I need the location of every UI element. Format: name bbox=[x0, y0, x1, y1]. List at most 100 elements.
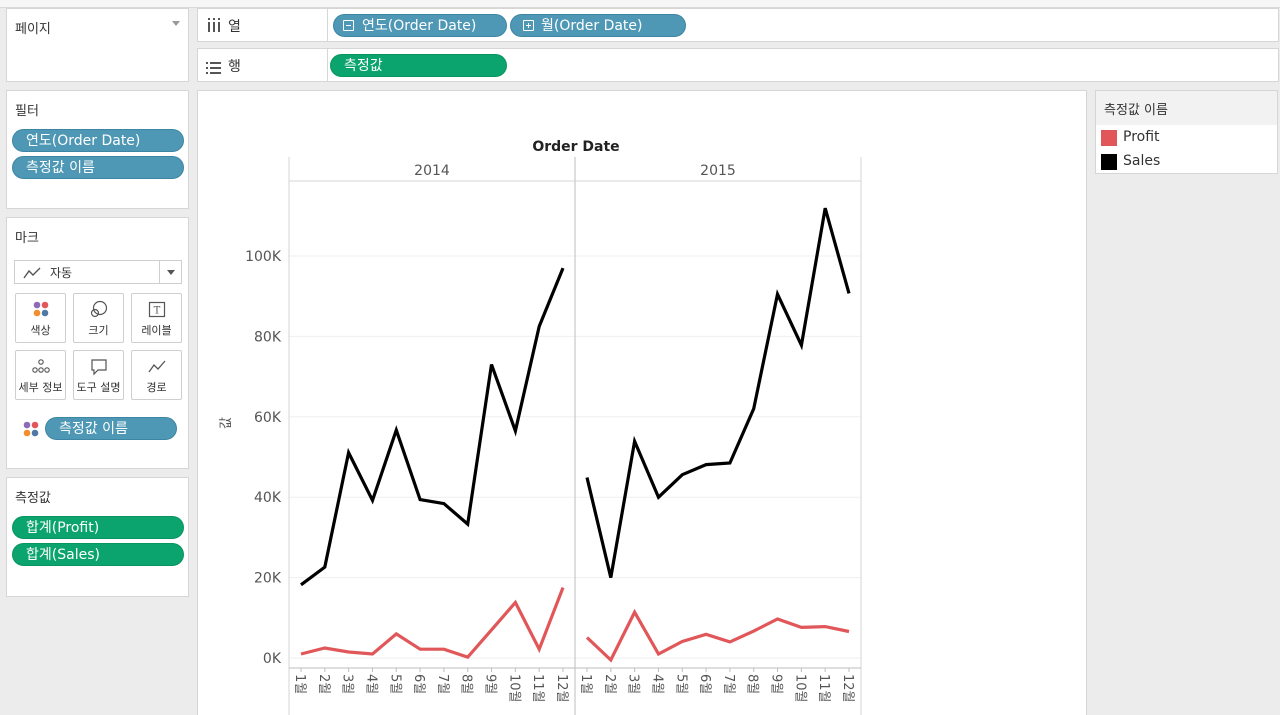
panel-header-year: 2015 bbox=[700, 163, 736, 179]
rows-icon bbox=[206, 59, 221, 74]
filter-pill-year[interactable]: 연도(Order Date) bbox=[12, 129, 184, 152]
pill-label: 측정값 이름 bbox=[59, 421, 128, 437]
x-tick-label: 4월 bbox=[649, 674, 664, 694]
pages-card-title: 페이지 bbox=[15, 22, 51, 37]
legend-swatch-sales bbox=[1101, 154, 1117, 170]
color-encoding-icon bbox=[22, 420, 40, 442]
size-label: 크기 bbox=[88, 324, 109, 337]
pill-label: 합계(Sales) bbox=[26, 547, 100, 563]
shelf-divider bbox=[327, 49, 328, 82]
filter-pill-measure-names[interactable]: 측정값 이름 bbox=[12, 156, 184, 179]
x-tick-label: 3월 bbox=[626, 674, 641, 694]
line-chart[interactable]: Order Date 값 0K 20K 40K 60K 80K 100K 2014 1월 2월 3… bbox=[198, 91, 1086, 715]
y-axis-label: 값 bbox=[219, 417, 234, 429]
marks-card-title: 마크 bbox=[15, 231, 39, 246]
x-tick-label: 2월 bbox=[602, 674, 617, 694]
measure-values-title: 측정값 bbox=[15, 491, 51, 506]
pill-month-order-date[interactable]: 월(Order Date) bbox=[510, 14, 686, 37]
x-tick-label: 10월 bbox=[792, 674, 807, 703]
path-button[interactable]: 경로 bbox=[131, 350, 182, 400]
legend-item-profit[interactable]: Profit bbox=[1100, 129, 1270, 149]
y-tick-label: 60K bbox=[254, 410, 282, 426]
columns-shelf-label: 열 bbox=[228, 19, 241, 35]
detail-icon bbox=[16, 357, 65, 377]
pill-measure-values[interactable]: 측정값 bbox=[330, 54, 507, 77]
legend-label-profit: Profit bbox=[1123, 129, 1160, 145]
pill-year-order-date[interactable]: 연도(Order Date) bbox=[333, 14, 507, 37]
size-icon bbox=[74, 300, 123, 320]
x-tick-label: 9월 bbox=[483, 674, 498, 694]
y-tick-label: 80K bbox=[254, 329, 282, 345]
columns-shelf[interactable]: 열 연도(Order Date) 월(Order Date) bbox=[197, 8, 1279, 42]
y-tick-label: 40K bbox=[254, 490, 282, 506]
x-tick-label: 9월 bbox=[769, 674, 784, 694]
path-icon bbox=[132, 357, 181, 377]
shelf-divider bbox=[327, 9, 328, 42]
chart-title: Order Date bbox=[532, 139, 619, 155]
line-mark-icon bbox=[23, 265, 41, 284]
path-label: 경로 bbox=[146, 381, 167, 394]
color-pill-measure-names[interactable]: 측정값 이름 bbox=[45, 417, 177, 440]
pages-card[interactable]: 페이지 bbox=[6, 8, 189, 82]
color-icon bbox=[16, 300, 65, 320]
legend-item-sales[interactable]: Sales bbox=[1100, 153, 1270, 173]
x-tick-label: 3월 bbox=[340, 674, 355, 694]
panel-header-year: 2014 bbox=[414, 163, 450, 179]
series-line-profit-2014 bbox=[300, 587, 565, 660]
x-tick-label: 11월 bbox=[816, 674, 831, 703]
toolbar-strip bbox=[0, 0, 1280, 8]
legend-title: 측정값 이름 bbox=[1096, 91, 1277, 125]
tooltip-icon bbox=[74, 357, 123, 377]
x-tick-label: 7월 bbox=[435, 674, 450, 694]
x-tick-label: 8월 bbox=[745, 674, 760, 694]
pill-label: 연도(Order Date) bbox=[362, 18, 477, 34]
x-tick-label: 2월 bbox=[316, 674, 331, 694]
tooltip-label: 도구 설명 bbox=[76, 381, 121, 394]
series-line-profit-2015 bbox=[585, 608, 850, 663]
x-tick-label: 12월 bbox=[554, 674, 569, 703]
view-canvas[interactable]: Order Date 값 0K 20K 40K 60K 80K 100K 2014 1월 2월 3… bbox=[197, 90, 1087, 715]
pill-sum-profit[interactable]: 합계(Profit) bbox=[12, 516, 184, 539]
legend-card[interactable]: 측정값 이름 Profit Sales bbox=[1095, 90, 1278, 174]
expand-icon[interactable] bbox=[523, 20, 534, 31]
series-line-sales-2014 bbox=[300, 267, 565, 587]
detail-button[interactable]: 세부 정보 bbox=[15, 350, 66, 400]
x-tick-label: 6월 bbox=[411, 674, 426, 694]
label-icon: T bbox=[132, 300, 181, 320]
y-tick-label: 0K bbox=[263, 651, 282, 667]
marks-card[interactable]: 마크 자동 색상 크기 T 레이블 세부 정보 도구 설명 경로 측정값 이름 bbox=[6, 217, 189, 469]
measure-values-card[interactable]: 측정값 합계(Profit) 합계(Sales) bbox=[6, 477, 189, 597]
x-tick-label: 4월 bbox=[363, 674, 378, 694]
color-button[interactable]: 색상 bbox=[15, 293, 66, 343]
columns-icon bbox=[207, 17, 221, 32]
pill-label: 합계(Profit) bbox=[26, 520, 100, 536]
svg-text:T: T bbox=[153, 306, 160, 317]
filters-card-title: 필터 bbox=[15, 104, 39, 119]
rows-shelf[interactable]: 행 측정값 bbox=[197, 48, 1279, 82]
filters-card[interactable]: 필터 연도(Order Date) 측정값 이름 bbox=[6, 90, 189, 209]
label-label: 레이블 bbox=[141, 324, 172, 337]
mark-type-label: 자동 bbox=[50, 266, 73, 280]
color-label: 색상 bbox=[30, 324, 51, 337]
x-tick-label: 7월 bbox=[721, 674, 736, 694]
legend-swatch-profit bbox=[1101, 130, 1117, 146]
series-line-sales-2015 bbox=[585, 207, 851, 578]
rows-shelf-label: 행 bbox=[228, 59, 241, 75]
tooltip-button[interactable]: 도구 설명 bbox=[73, 350, 124, 400]
size-button[interactable]: 크기 bbox=[73, 293, 124, 343]
x-tick-label: 5월 bbox=[673, 674, 688, 694]
dropdown-divider bbox=[159, 261, 160, 283]
collapse-icon[interactable] bbox=[343, 20, 354, 31]
x-tick-label: 8월 bbox=[459, 674, 474, 694]
pill-label: 측정값 bbox=[344, 58, 383, 74]
chevron-down-icon[interactable] bbox=[172, 21, 180, 26]
x-tick-label: 5월 bbox=[387, 674, 402, 694]
x-tick-label: 6월 bbox=[697, 674, 712, 694]
detail-label: 세부 정보 bbox=[18, 381, 63, 394]
pill-label: 측정값 이름 bbox=[26, 160, 95, 176]
pill-sum-sales[interactable]: 합계(Sales) bbox=[12, 543, 184, 566]
chevron-down-icon[interactable] bbox=[167, 270, 175, 275]
y-tick-label: 100K bbox=[245, 249, 282, 265]
label-button[interactable]: T 레이블 bbox=[131, 293, 182, 343]
mark-type-dropdown[interactable]: 자동 bbox=[14, 260, 182, 284]
